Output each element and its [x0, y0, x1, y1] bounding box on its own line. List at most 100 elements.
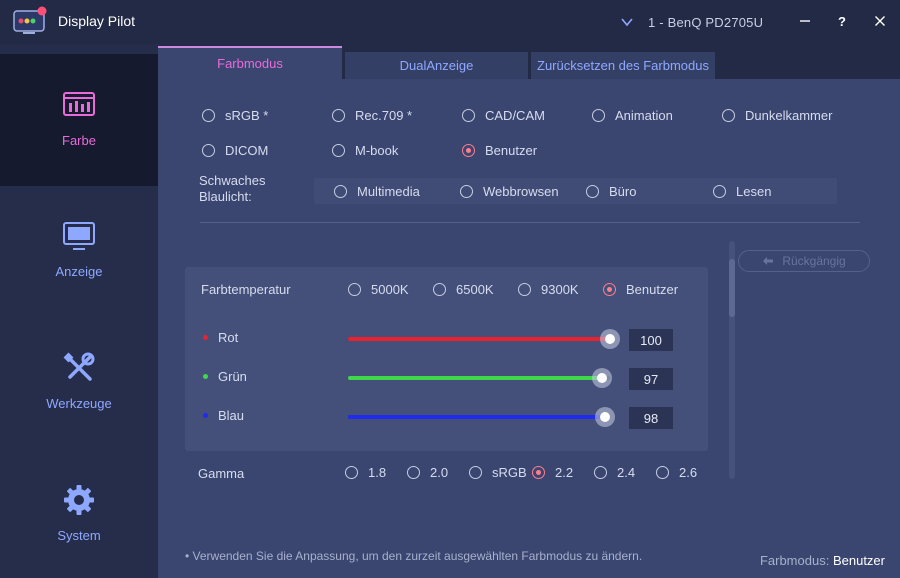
red-slider[interactable]	[348, 329, 620, 349]
radio-label: 2.2	[555, 465, 574, 480]
radio-label: Benutzer	[485, 143, 538, 158]
radio-temp-benutzer[interactable]: Benutzer	[603, 282, 678, 297]
sidebar-item-anzeige[interactable]: Anzeige	[0, 186, 158, 318]
green-bullet	[203, 374, 208, 379]
radio-buero[interactable]: Büro	[586, 184, 636, 199]
tab-farbmodus[interactable]: Farbmodus	[158, 46, 342, 79]
radio-label: DICOM	[225, 143, 269, 158]
radio-indicator	[407, 466, 420, 479]
radio-lesen[interactable]: Lesen	[713, 184, 771, 199]
minimize-icon	[800, 20, 810, 22]
radio-mbook[interactable]: M-book	[332, 143, 398, 158]
slider-fill	[348, 337, 610, 341]
radio-6500k[interactable]: 6500K	[433, 282, 494, 297]
radio-dunkelkammer[interactable]: Dunkelkammer	[722, 108, 832, 123]
blue-value-input[interactable]: 98	[629, 407, 673, 429]
blue-bullet	[203, 413, 208, 418]
title-bar: Display Pilot 1 - BenQ PD2705U ?	[0, 0, 900, 44]
minimize-button[interactable]	[793, 10, 817, 32]
radio-label: Benutzer	[626, 282, 679, 297]
radio-gamma-2-0[interactable]: 2.0	[407, 465, 448, 480]
slider-thumb[interactable]	[600, 329, 620, 349]
sidebar-item-werkzeuge[interactable]: Werkzeuge	[0, 318, 158, 450]
radio-label: Büro	[609, 184, 637, 199]
gamma-label: Gamma	[198, 466, 245, 481]
radio-label: CAD/CAM	[485, 108, 545, 123]
radio-indicator	[713, 185, 726, 198]
radio-indicator	[462, 109, 475, 122]
close-button[interactable]	[868, 10, 892, 32]
radio-9300k[interactable]: 9300K	[518, 282, 579, 297]
sidebar-item-farbe[interactable]: Farbe	[0, 54, 158, 186]
radio-indicator	[603, 283, 616, 296]
slider-thumb[interactable]	[592, 368, 613, 388]
low-blue-light-label: Schwaches Blaulicht:	[199, 173, 266, 204]
radio-5000k[interactable]: 5000K	[348, 282, 409, 297]
radio-indicator	[460, 185, 473, 198]
blue-slider[interactable]	[348, 407, 615, 427]
monitor-name: 1 - BenQ PD2705U	[648, 14, 764, 30]
tab-reset-color-mode[interactable]: Zurücksetzen des Farbmodus	[531, 52, 715, 79]
scrollbar-thumb[interactable]	[729, 259, 735, 317]
radio-webbrowsen[interactable]: Webbrowsen	[460, 184, 559, 199]
channel-label-green: Grün	[203, 369, 247, 384]
radio-indicator	[722, 109, 735, 122]
slider-fill	[348, 376, 603, 380]
radio-indicator	[462, 144, 475, 157]
help-button[interactable]: ?	[830, 10, 854, 32]
radio-indicator	[202, 109, 215, 122]
status-value: Benutzer	[832, 553, 885, 568]
radio-gamma-2-2[interactable]: 2.2	[532, 465, 573, 480]
radio-multimedia[interactable]: Multimedia	[334, 184, 420, 199]
radio-indicator	[586, 185, 599, 198]
chevron-down-icon	[621, 18, 633, 27]
green-slider[interactable]	[348, 368, 613, 388]
radio-gamma-1-8[interactable]: 1.8	[345, 465, 386, 480]
radio-indicator	[345, 466, 358, 479]
sidebar: Farbe Anzeige Werkzeuge System	[0, 44, 158, 578]
app-logo-icon	[13, 6, 47, 34]
radio-indicator	[469, 466, 482, 479]
radio-label: Webbrowsen	[483, 184, 559, 199]
divider	[200, 222, 860, 223]
radio-label: 2.6	[679, 465, 698, 480]
red-value-input[interactable]: 100	[629, 329, 673, 351]
radio-label: 6500K	[456, 282, 494, 297]
radio-label: Multimedia	[357, 184, 420, 199]
radio-label: 1.8	[368, 465, 387, 480]
radio-label: 2.4	[617, 465, 636, 480]
monitor-select[interactable]: 1 - BenQ PD2705U	[620, 12, 763, 32]
red-bullet	[203, 335, 208, 340]
slider-thumb[interactable]	[594, 407, 615, 427]
channel-label-red: Rot	[203, 330, 238, 345]
tab-dualanzeige[interactable]: DualAnzeige	[345, 52, 528, 79]
radio-srgb[interactable]: sRGB *	[202, 108, 268, 123]
radio-indicator	[592, 109, 605, 122]
scrollbar[interactable]	[729, 241, 735, 479]
radio-gamma-srgb[interactable]: sRGB	[469, 465, 527, 480]
sidebar-item-label: System	[57, 528, 101, 543]
monitor-icon	[63, 222, 95, 250]
radio-indicator	[532, 466, 545, 479]
radio-benutzer[interactable]: Benutzer	[462, 143, 537, 158]
radio-cadcam[interactable]: CAD/CAM	[462, 108, 545, 123]
radio-label: 9300K	[541, 282, 579, 297]
radio-rec709[interactable]: Rec.709 *	[332, 108, 412, 123]
radio-gamma-2-6[interactable]: 2.6	[656, 465, 697, 480]
footer-note: • Verwenden Sie die Anpassung, um den zu…	[185, 549, 643, 563]
radio-indicator	[334, 185, 347, 198]
undo-button[interactable]: Rückgängig	[738, 250, 870, 272]
green-value-input[interactable]: 97	[629, 368, 673, 390]
tab-bar: Farbmodus DualAnzeige Zurücksetzen des F…	[158, 44, 900, 79]
sidebar-item-system[interactable]: System	[0, 450, 158, 578]
radio-animation[interactable]: Animation	[592, 108, 673, 123]
radio-label: 5000K	[371, 282, 409, 297]
radio-label: sRGB *	[225, 108, 269, 123]
radio-indicator	[332, 144, 345, 157]
status-text: Farbmodus: Benutzer	[759, 553, 885, 568]
radio-gamma-2-4[interactable]: 2.4	[594, 465, 635, 480]
radio-indicator	[332, 109, 345, 122]
radio-dicom[interactable]: DICOM	[202, 143, 268, 158]
sidebar-item-label: Anzeige	[55, 264, 103, 279]
radio-indicator	[594, 466, 607, 479]
